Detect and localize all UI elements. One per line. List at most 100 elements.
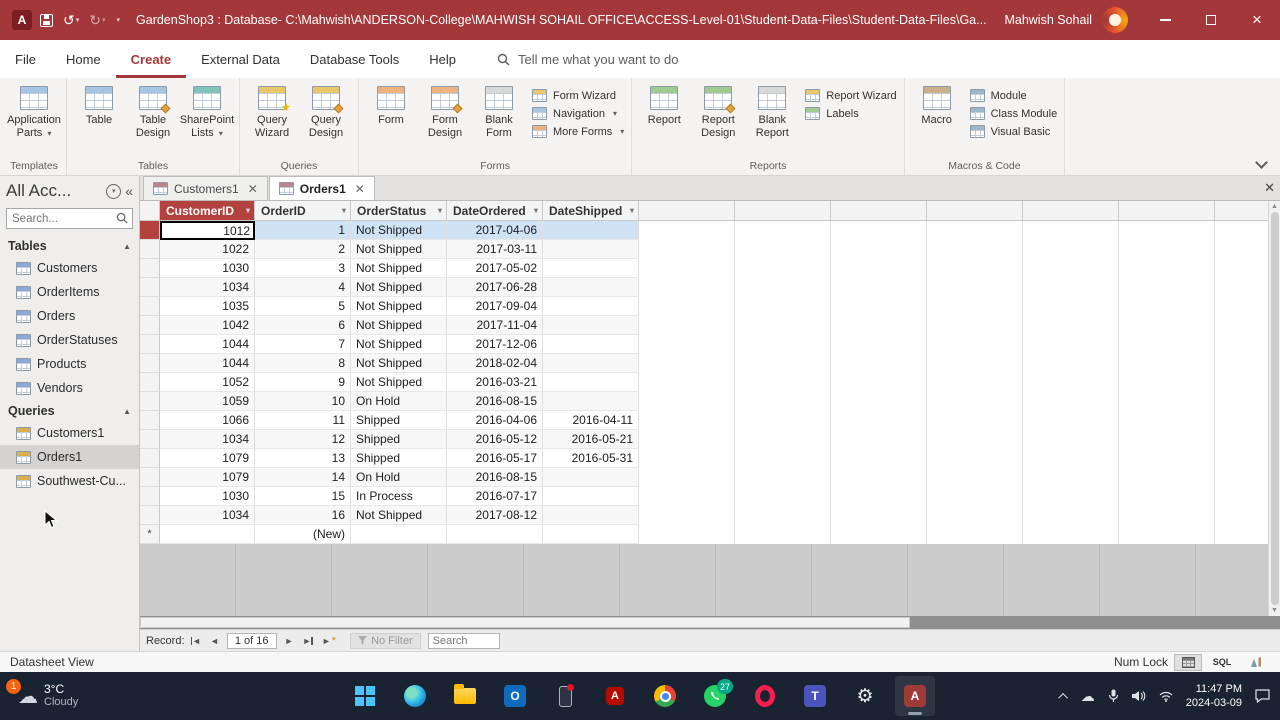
cell[interactable]: 2017-06-28: [447, 278, 543, 297]
next-record-button[interactable]: ►: [282, 636, 297, 646]
cell[interactable]: 2016-08-15: [447, 392, 543, 411]
taskbar-access-button[interactable]: A: [895, 676, 935, 716]
form-design-button[interactable]: Form Design: [418, 81, 472, 140]
minimize-button[interactable]: [1142, 0, 1188, 40]
sidebar-item-orders1[interactable]: Orders1: [0, 445, 139, 469]
cell[interactable]: 13: [255, 449, 351, 468]
table-design-button[interactable]: Table Design: [126, 81, 180, 140]
cell[interactable]: Not Shipped: [351, 373, 447, 392]
cell[interactable]: 2018-02-04: [447, 354, 543, 373]
cell[interactable]: 15: [255, 487, 351, 506]
record-position[interactable]: 1 of 16: [226, 632, 277, 649]
query-design-button[interactable]: Query Design: [299, 81, 353, 140]
sidebar-item-products[interactable]: Products: [0, 352, 139, 376]
cell[interactable]: Not Shipped: [351, 335, 447, 354]
network-wifi-icon[interactable]: [1159, 691, 1173, 702]
class-module-button[interactable]: Class Module: [969, 107, 1057, 120]
cell[interactable]: 1030: [160, 487, 255, 506]
new-record-button[interactable]: ► *: [319, 635, 339, 647]
cell[interactable]: 1079: [160, 468, 255, 487]
cell[interactable]: 1034: [160, 430, 255, 449]
taskbar-whatsapp-button[interactable]: 27: [695, 676, 735, 716]
new-row-selector[interactable]: *: [140, 525, 160, 544]
cell[interactable]: 1035: [160, 297, 255, 316]
cell[interactable]: [543, 335, 639, 354]
cell[interactable]: [543, 506, 639, 525]
filter-dropdown-icon[interactable]: ▾: [532, 206, 538, 215]
cell[interactable]: 2017-08-12: [447, 506, 543, 525]
cell[interactable]: Not Shipped: [351, 278, 447, 297]
horizontal-scroll-thumb[interactable]: [140, 617, 910, 628]
cell[interactable]: Not Shipped: [351, 240, 447, 259]
row-selector[interactable]: [140, 240, 160, 259]
cell[interactable]: [543, 278, 639, 297]
sharepoint-lists-button[interactable]: SharePoint Lists ▾: [180, 81, 234, 140]
cell[interactable]: [543, 297, 639, 316]
row-selector[interactable]: [140, 468, 160, 487]
redo-button[interactable]: ↻ ▾: [89, 13, 105, 27]
cell[interactable]: (New): [255, 525, 351, 544]
macro-button[interactable]: Macro: [910, 81, 964, 127]
scroll-up-icon[interactable]: ▲: [1271, 203, 1278, 210]
cell[interactable]: 5: [255, 297, 351, 316]
sidebar-item-vendors[interactable]: Vendors: [0, 376, 139, 400]
cell[interactable]: 2017-09-04: [447, 297, 543, 316]
cell[interactable]: 1066: [160, 411, 255, 430]
cell[interactable]: 2016-03-21: [447, 373, 543, 392]
taskbar-clock[interactable]: 11:47 PM 2024-03-09: [1186, 682, 1242, 710]
filter-dropdown-icon[interactable]: ▾: [340, 206, 346, 215]
cell[interactable]: 1: [255, 221, 351, 240]
form-button[interactable]: Form: [364, 81, 418, 127]
tell-me-box[interactable]: Tell me what you want to do: [497, 40, 678, 78]
cell[interactable]: 2016-08-15: [447, 468, 543, 487]
filter-status[interactable]: No Filter: [350, 632, 421, 649]
hidden-icons-chevron-icon[interactable]: [1057, 692, 1068, 703]
speaker-icon[interactable]: [1131, 690, 1146, 702]
filter-dropdown-icon[interactable]: ▾: [628, 206, 634, 215]
nav-section-tables[interactable]: Tables ▲: [0, 235, 139, 256]
more-forms-button[interactable]: More Forms ▾: [532, 125, 624, 138]
row-selector[interactable]: [140, 297, 160, 316]
cell[interactable]: 7: [255, 335, 351, 354]
row-selector[interactable]: [140, 278, 160, 297]
cell[interactable]: [543, 468, 639, 487]
vertical-scroll-thumb[interactable]: [1270, 212, 1279, 605]
cell[interactable]: [543, 487, 639, 506]
column-header-orderstatus[interactable]: OrderStatus ▾: [351, 201, 447, 221]
cell[interactable]: 1034: [160, 506, 255, 525]
cell[interactable]: Shipped: [351, 430, 447, 449]
previous-record-button[interactable]: ◄: [207, 636, 222, 646]
cell[interactable]: 2016-05-17: [447, 449, 543, 468]
nav-pane-title[interactable]: All Acc...: [6, 181, 102, 201]
cell[interactable]: Shipped: [351, 449, 447, 468]
cell[interactable]: [543, 221, 639, 240]
row-selector[interactable]: [140, 221, 160, 240]
taskbar-start-button[interactable]: [345, 676, 385, 716]
microphone-icon[interactable]: [1108, 689, 1119, 703]
labels-button[interactable]: Labels: [805, 107, 896, 120]
sidebar-item-southwest-cu[interactable]: Southwest-Cu...: [0, 469, 139, 493]
cell[interactable]: [543, 316, 639, 335]
row-selector[interactable]: [140, 430, 160, 449]
cell[interactable]: 11: [255, 411, 351, 430]
ribbon-tab-help[interactable]: Help: [414, 40, 471, 78]
cell[interactable]: [447, 525, 543, 544]
taskbar-file-explorer-button[interactable]: [445, 676, 485, 716]
cell[interactable]: 9: [255, 373, 351, 392]
report-button[interactable]: Report: [637, 81, 691, 127]
cell[interactable]: 1052: [160, 373, 255, 392]
cell[interactable]: 1044: [160, 354, 255, 373]
nav-menu-icon[interactable]: ▾: [106, 183, 122, 199]
column-header-dateordered[interactable]: DateOrdered ▾: [447, 201, 543, 221]
cell[interactable]: 2017-05-02: [447, 259, 543, 278]
cell[interactable]: Not Shipped: [351, 316, 447, 335]
cell[interactable]: 8: [255, 354, 351, 373]
cell[interactable]: [543, 259, 639, 278]
cell[interactable]: Not Shipped: [351, 297, 447, 316]
taskbar-opera-button[interactable]: [745, 676, 785, 716]
row-selector[interactable]: [140, 354, 160, 373]
scroll-down-icon[interactable]: ▼: [1271, 607, 1278, 614]
ribbon-tab-file[interactable]: File: [0, 40, 51, 78]
row-selector[interactable]: [140, 392, 160, 411]
save-button[interactable]: [40, 13, 53, 27]
